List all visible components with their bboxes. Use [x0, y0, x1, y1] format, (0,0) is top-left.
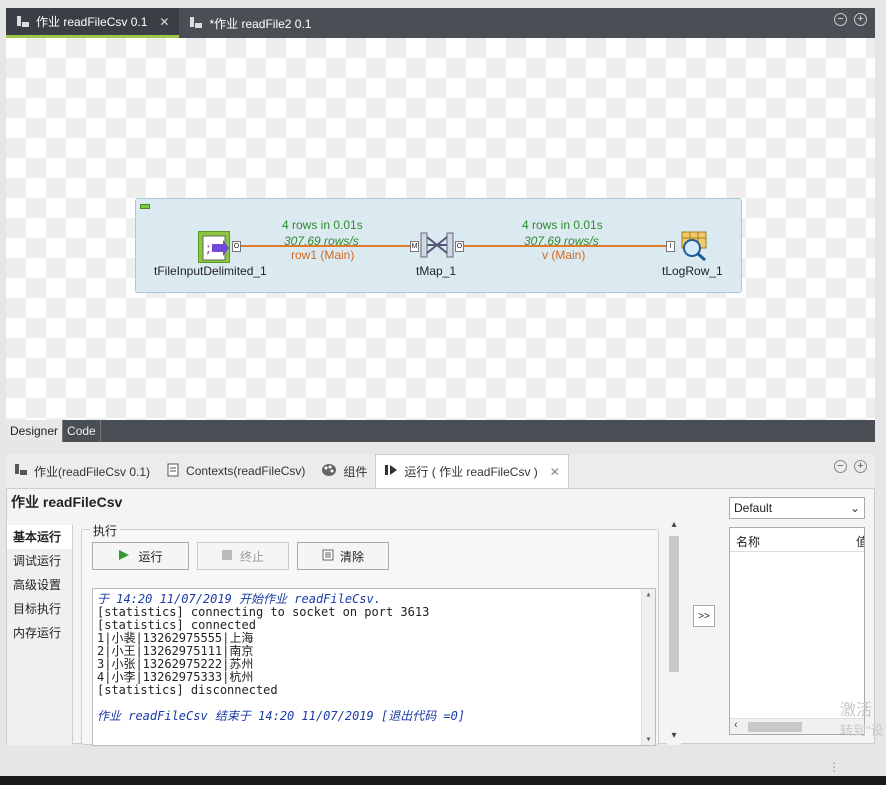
execute-group: 执行 运行 终止 清除 于 14:20 11/07/2019 开始作业 read…: [81, 522, 659, 746]
console-line: [statistics] disconnected: [97, 683, 278, 697]
link-name: v (Main): [542, 248, 586, 262]
console-line: 作业 readFileCsv 结束于 14:20 11/07/2019 [退出代…: [97, 709, 466, 723]
close-icon[interactable]: ✕: [550, 465, 560, 479]
panel-title: 作业 readFileCsv: [11, 494, 123, 510]
output-port[interactable]: O: [455, 241, 464, 252]
output-port[interactable]: O: [232, 241, 241, 252]
tab-designer[interactable]: Designer: [6, 420, 64, 442]
close-icon[interactable]: ✕: [159, 15, 169, 29]
run-mode-nav: 基本运行 调试运行 高级设置 目标执行 内存运行: [7, 525, 73, 745]
scroll-left-icon[interactable]: ‹: [734, 719, 738, 731]
tab-job[interactable]: 作业(readFileCsv 0.1): [6, 454, 158, 488]
stop-icon: [221, 549, 232, 563]
scroll-thumb[interactable]: [748, 722, 802, 732]
tab-code[interactable]: Code: [63, 420, 101, 442]
console-scrollbar[interactable]: ▴ ▾: [641, 589, 655, 745]
editor-tab-label: *作业 readFile2 0.1: [209, 16, 312, 31]
editor-tab-label: 作业 readFileCsv 0.1: [36, 15, 148, 29]
run-button-label: 运行: [138, 549, 163, 564]
maximize-icon[interactable]: +: [854, 460, 867, 473]
component-label-log: tLogRow_1: [662, 264, 723, 278]
view-tab-bar: Designer Code: [6, 420, 875, 442]
column-header-value[interactable]: 值: [856, 533, 864, 550]
input-port[interactable]: M: [410, 241, 419, 252]
editor-tab-readfile2[interactable]: *作业 readFile2 0.1: [179, 8, 321, 38]
tab-label: 运行 ( 作业 readFileCsv ): [404, 465, 538, 479]
contexts-icon: [166, 463, 180, 480]
context-select-value: Default: [734, 501, 773, 515]
scroll-down-icon[interactable]: ▾: [667, 730, 681, 741]
component-label-map: tMap_1: [416, 264, 457, 278]
scroll-down-icon[interactable]: ▾: [642, 734, 655, 745]
link-row-count: 4 rows in 0.01s: [282, 218, 363, 232]
scroll-up-icon[interactable]: ▴: [667, 519, 681, 530]
subjob-collapse-icon[interactable]: [140, 204, 150, 209]
column-header-name[interactable]: 名称: [736, 533, 760, 550]
component-label-input: tFileInputDelimited_1: [154, 264, 267, 278]
stop-button[interactable]: 终止: [197, 542, 289, 570]
link-name: row1 (Main): [291, 248, 355, 262]
minimize-icon[interactable]: −: [834, 460, 847, 473]
tab-label: 组件: [343, 464, 368, 479]
minimize-icon[interactable]: −: [834, 13, 847, 26]
nav-basic-run[interactable]: 基本运行: [7, 525, 72, 549]
designer-canvas[interactable]: ; O tFileInputDelimited_1 4 rows in 0.01…: [6, 38, 875, 420]
watermark-text: 激活: [840, 702, 873, 719]
job-icon: [16, 15, 30, 29]
nav-debug-run[interactable]: 调试运行: [7, 549, 72, 573]
maximize-icon[interactable]: +: [854, 13, 867, 26]
context-select[interactable]: Default ⌄: [729, 497, 865, 519]
panel-scrollbar[interactable]: ▴ ▾: [667, 519, 681, 745]
play-icon: [118, 549, 130, 564]
tab-component[interactable]: 组件: [313, 454, 375, 488]
tab-label: Contexts(readFileCsv): [186, 464, 306, 478]
link-row-rate: 307.69 rows/s: [524, 234, 599, 248]
nav-memory[interactable]: 内存运行: [7, 621, 72, 645]
editor-tab-bar: 作业 readFileCsv 0.1 ✕ *作业 readFile2 0.1 −…: [6, 8, 875, 38]
run-icon: [384, 463, 398, 480]
svg-text:;: ;: [206, 241, 211, 257]
clear-icon: [322, 549, 334, 564]
link-row-rate: 307.69 rows/s: [284, 234, 359, 248]
tab-run[interactable]: 运行 ( 作业 readFileCsv ) ✕: [375, 454, 569, 488]
tab-contexts[interactable]: Contexts(readFileCsv): [158, 454, 313, 488]
status-strip: [0, 776, 886, 785]
run-panel: 作业 readFileCsv 基本运行 调试运行 高级设置 目标执行 内存运行 …: [6, 488, 875, 746]
drag-handle-icon[interactable]: ⋮: [828, 760, 840, 774]
job-icon: [14, 463, 28, 480]
group-label: 执行: [90, 522, 121, 539]
scroll-thumb[interactable]: [669, 536, 679, 672]
bottom-tab-bar: 作业(readFileCsv 0.1) Contexts(readFileCsv…: [6, 454, 875, 488]
expand-button[interactable]: >>: [693, 605, 715, 627]
tlogrow-component-icon[interactable]: [678, 230, 710, 262]
tmap-component-icon[interactable]: [420, 231, 454, 259]
scroll-up-icon[interactable]: ▴: [642, 589, 655, 600]
chevron-down-icon[interactable]: ⌄: [850, 498, 860, 518]
tab-label: 作业(readFileCsv 0.1): [34, 464, 151, 479]
run-button[interactable]: 运行: [92, 542, 189, 570]
nav-advanced[interactable]: 高级设置: [7, 573, 72, 597]
editor-tab-readfilecsv[interactable]: 作业 readFileCsv 0.1 ✕: [6, 8, 180, 38]
file-input-component-icon[interactable]: ;: [198, 231, 230, 263]
watermark-text-2: 转到"设: [840, 723, 884, 738]
palette-icon: [321, 463, 337, 480]
input-port[interactable]: I: [666, 241, 675, 252]
link-row-count: 4 rows in 0.01s: [522, 218, 603, 232]
console-output[interactable]: 于 14:20 11/07/2019 开始作业 readFileCsv. [st…: [92, 588, 656, 746]
job-icon: [189, 16, 203, 30]
clear-button-label: 清除: [339, 549, 364, 564]
stop-button-label: 终止: [239, 549, 264, 564]
nav-target[interactable]: 目标执行: [7, 597, 72, 621]
clear-button[interactable]: 清除: [297, 542, 389, 570]
